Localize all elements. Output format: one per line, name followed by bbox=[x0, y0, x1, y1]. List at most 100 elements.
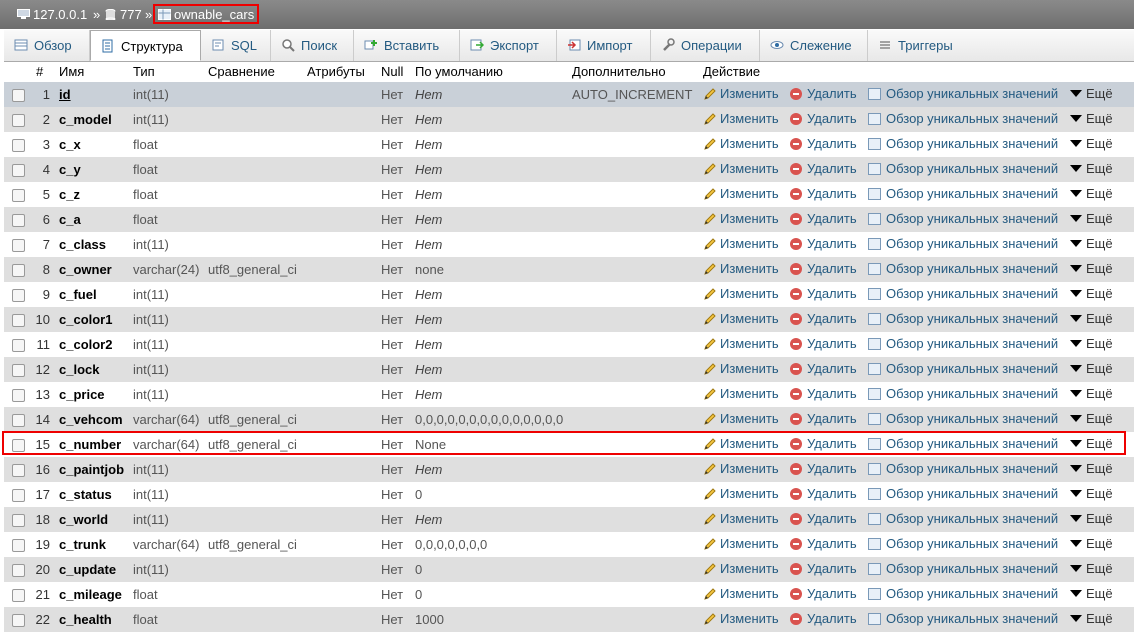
drop-button[interactable]: Удалить bbox=[790, 486, 857, 501]
tab-import[interactable]: Импорт bbox=[557, 30, 651, 61]
tab-sql[interactable]: SQL bbox=[201, 30, 271, 61]
table-row[interactable]: 5 c_z float Нет Нет Изменить Удалить Обзор уник… bbox=[4, 182, 1134, 207]
more-button[interactable]: Ещё bbox=[1070, 86, 1113, 101]
tab-browse[interactable]: Обзор bbox=[4, 30, 90, 61]
change-button[interactable]: Изменить bbox=[703, 211, 779, 226]
drop-button[interactable]: Удалить bbox=[790, 161, 857, 176]
drop-button[interactable]: Удалить bbox=[790, 586, 857, 601]
drop-button[interactable]: Удалить bbox=[790, 386, 857, 401]
drop-button[interactable]: Удалить bbox=[790, 186, 857, 201]
table-row[interactable]: 10 c_color1 int(11) Нет Нет Изменить Удалить Об… bbox=[4, 307, 1134, 332]
table-row[interactable]: 9 c_fuel int(11) Нет Нет Изменить Удалить Обзор… bbox=[4, 282, 1134, 307]
table-row[interactable]: 12 c_lock int(11) Нет Нет Изменить Удалить Обзо… bbox=[4, 357, 1134, 382]
tab-export[interactable]: Экспорт bbox=[460, 30, 557, 61]
browse-distinct-button[interactable]: Обзор уникальных значений bbox=[868, 561, 1058, 576]
change-button[interactable]: Изменить bbox=[703, 586, 779, 601]
drop-button[interactable]: Удалить bbox=[790, 111, 857, 126]
row-checkbox[interactable] bbox=[12, 339, 25, 352]
more-button[interactable]: Ещё bbox=[1070, 511, 1113, 526]
table-row[interactable]: 3 c_x float Нет Нет Изменить Удалить Обзор уник… bbox=[4, 132, 1134, 157]
browse-distinct-button[interactable]: Обзор уникальных значений bbox=[868, 236, 1058, 251]
browse-distinct-button[interactable]: Обзор уникальных значений bbox=[868, 361, 1058, 376]
more-button[interactable]: Ещё bbox=[1070, 286, 1113, 301]
change-button[interactable]: Изменить bbox=[703, 236, 779, 251]
more-button[interactable]: Ещё bbox=[1070, 411, 1113, 426]
drop-button[interactable]: Удалить bbox=[790, 511, 857, 526]
browse-distinct-button[interactable]: Обзор уникальных значений bbox=[868, 111, 1058, 126]
browse-distinct-button[interactable]: Обзор уникальных значений bbox=[868, 461, 1058, 476]
tab-triggers[interactable]: Триггеры bbox=[868, 30, 968, 61]
breadcrumb-server[interactable]: 127.0.0.1 bbox=[17, 7, 87, 22]
table-row[interactable]: 19 c_trunk varchar(64) utf8_general_ci Нет 0,… bbox=[4, 532, 1134, 557]
browse-distinct-button[interactable]: Обзор уникальных значений bbox=[868, 186, 1058, 201]
table-row[interactable]: 18 c_world int(11) Нет Нет Изменить Удалить Обз… bbox=[4, 507, 1134, 532]
change-button[interactable]: Изменить bbox=[703, 311, 779, 326]
drop-button[interactable]: Удалить bbox=[790, 286, 857, 301]
drop-button[interactable]: Удалить bbox=[790, 311, 857, 326]
change-button[interactable]: Изменить bbox=[703, 86, 779, 101]
drop-button[interactable]: Удалить bbox=[790, 611, 857, 626]
browse-distinct-button[interactable]: Обзор уникальных значений bbox=[868, 511, 1058, 526]
more-button[interactable]: Ещё bbox=[1070, 461, 1113, 476]
more-button[interactable]: Ещё bbox=[1070, 361, 1113, 376]
row-checkbox[interactable] bbox=[12, 314, 25, 327]
table-row[interactable]: 14 c_vehcom varchar(64) utf8_general_ci Нет 0… bbox=[4, 407, 1134, 432]
tab-tracking[interactable]: Слежение bbox=[760, 30, 868, 61]
more-button[interactable]: Ещё bbox=[1070, 236, 1113, 251]
more-button[interactable]: Ещё bbox=[1070, 211, 1113, 226]
tab-structure[interactable]: Структура bbox=[90, 30, 201, 61]
change-button[interactable]: Изменить bbox=[703, 136, 779, 151]
table-row[interactable]: 22 c_health float Нет 1000 Изменить Удалить Обз… bbox=[4, 607, 1134, 632]
browse-distinct-button[interactable]: Обзор уникальных значений bbox=[868, 586, 1058, 601]
browse-distinct-button[interactable]: Обзор уникальных значений bbox=[868, 136, 1058, 151]
table-row[interactable]: 11 c_color2 int(11) Нет Нет Изменить Удалить Об… bbox=[4, 332, 1134, 357]
table-row[interactable]: 4 c_y float Нет Нет Изменить Удалить Обзор уник… bbox=[4, 157, 1134, 182]
change-button[interactable]: Изменить bbox=[703, 411, 779, 426]
drop-button[interactable]: Удалить bbox=[790, 211, 857, 226]
more-button[interactable]: Ещё bbox=[1070, 111, 1113, 126]
change-button[interactable]: Изменить bbox=[703, 461, 779, 476]
change-button[interactable]: Изменить bbox=[703, 511, 779, 526]
drop-button[interactable]: Удалить bbox=[790, 461, 857, 476]
row-checkbox[interactable] bbox=[12, 514, 25, 527]
browse-distinct-button[interactable]: Обзор уникальных значений bbox=[868, 611, 1058, 626]
more-button[interactable]: Ещё bbox=[1070, 486, 1113, 501]
change-button[interactable]: Изменить bbox=[703, 611, 779, 626]
change-button[interactable]: Изменить bbox=[703, 286, 779, 301]
table-row[interactable]: 21 c_mileage float Нет 0 Изменить Удалить Обзор… bbox=[4, 582, 1134, 607]
row-checkbox[interactable] bbox=[12, 614, 25, 627]
drop-button[interactable]: Удалить bbox=[790, 536, 857, 551]
tab-operations[interactable]: Операции bbox=[651, 30, 760, 61]
row-checkbox[interactable] bbox=[12, 589, 25, 602]
drop-button[interactable]: Удалить bbox=[790, 361, 857, 376]
column-name[interactable]: id bbox=[59, 87, 71, 102]
change-button[interactable]: Изменить bbox=[703, 386, 779, 401]
row-checkbox[interactable] bbox=[12, 414, 25, 427]
row-checkbox[interactable] bbox=[12, 239, 25, 252]
change-button[interactable]: Изменить bbox=[703, 361, 779, 376]
table-row[interactable]: 16 c_paintjob int(11) Нет Нет Изменить Удалить… bbox=[4, 457, 1134, 482]
row-checkbox[interactable] bbox=[12, 164, 25, 177]
row-checkbox[interactable] bbox=[12, 139, 25, 152]
browse-distinct-button[interactable]: Обзор уникальных значений bbox=[868, 336, 1058, 351]
browse-distinct-button[interactable]: Обзор уникальных значений bbox=[868, 536, 1058, 551]
browse-distinct-button[interactable]: Обзор уникальных значений bbox=[868, 286, 1058, 301]
table-row[interactable]: 1 id int(11) Нет Нет AUTO_INCREMENT Изменить Уд… bbox=[4, 82, 1134, 107]
more-button[interactable]: Ещё bbox=[1070, 161, 1113, 176]
browse-distinct-button[interactable]: Обзор уникальных значений bbox=[868, 411, 1058, 426]
row-checkbox[interactable] bbox=[12, 564, 25, 577]
more-button[interactable]: Ещё bbox=[1070, 311, 1113, 326]
change-button[interactable]: Изменить bbox=[703, 536, 779, 551]
row-checkbox[interactable] bbox=[12, 189, 25, 202]
row-checkbox[interactable] bbox=[12, 289, 25, 302]
more-button[interactable]: Ещё bbox=[1070, 536, 1113, 551]
tab-insert[interactable]: Вставить bbox=[354, 30, 460, 61]
drop-button[interactable]: Удалить bbox=[790, 411, 857, 426]
row-checkbox[interactable] bbox=[12, 489, 25, 502]
more-button[interactable]: Ещё bbox=[1070, 336, 1113, 351]
header-name[interactable]: Имя bbox=[59, 64, 84, 79]
drop-button[interactable]: Удалить bbox=[790, 236, 857, 251]
more-button[interactable]: Ещё bbox=[1070, 561, 1113, 576]
tab-search[interactable]: Поиск bbox=[271, 30, 354, 61]
browse-distinct-button[interactable]: Обзор уникальных значений bbox=[868, 211, 1058, 226]
